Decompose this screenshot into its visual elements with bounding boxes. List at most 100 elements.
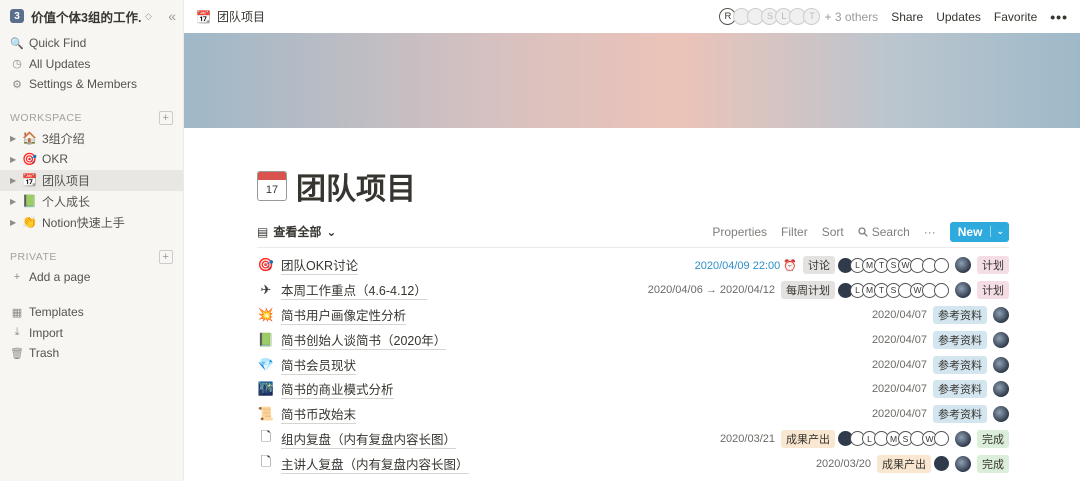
row-properties: 2020/03/21 成果产出 L M S W 完成 [720, 429, 1009, 448]
nav-import[interactable]: ⤓ Import [0, 323, 183, 344]
row-title[interactable]: 团队OKR讨论 [281, 255, 359, 276]
row-emoji-icon: 🌃 [257, 381, 275, 397]
updates-button[interactable]: Updates [936, 10, 981, 24]
row-date: 2020/04/07 [871, 308, 927, 321]
page-title[interactable]: 团队项目 [296, 164, 416, 208]
calendar-icon[interactable]: 17 [257, 171, 287, 201]
row-type-tag[interactable]: 参考资料 [933, 405, 987, 424]
database-toolbar: ▤ 查看全部 ⌄ Properties Filter Sort Search ·… [257, 216, 1009, 248]
row-date: 2020/04/07 [871, 358, 927, 371]
collapse-sidebar-icon[interactable]: « [168, 8, 176, 24]
row-properties: 2020/04/07 参考资料 [872, 405, 1009, 424]
breadcrumb[interactable]: 📆 团队项目 [196, 8, 265, 25]
workspace-switcher[interactable]: 3 价值个体3组的工作... ◇ « [0, 0, 183, 32]
nav-trash[interactable]: 🗑 Trash [0, 343, 183, 364]
row-date: 2020/04/07 [871, 333, 927, 346]
sort-button[interactable]: Sort [822, 225, 844, 239]
assignee-avatars[interactable]: LMTSW [838, 257, 949, 273]
row-type-tag[interactable]: 参考资料 [933, 330, 987, 349]
row-status-tag[interactable]: 计划 [977, 256, 1009, 275]
collaborator-avatars[interactable]: RSLT + 3 others [719, 8, 879, 25]
table-row[interactable]: 📜 简书币改始末 2020/04/07 参考资料 [257, 402, 1009, 427]
avatar[interactable]: T [803, 8, 821, 25]
sidebar-page-item[interactable]: ▶ 🎯 OKR [0, 149, 183, 170]
expand-triangle-icon[interactable]: ▶ [10, 218, 22, 227]
row-status-tag[interactable]: 计划 [977, 281, 1009, 300]
table-row[interactable]: 🌃 简书的商业模式分析 2020/04/07 参考资料 [257, 377, 1009, 402]
filter-button[interactable]: Filter [781, 225, 808, 239]
expand-triangle-icon[interactable]: ▶ [10, 155, 22, 164]
row-title[interactable]: 简书用户画像定性分析 [281, 305, 407, 325]
table-row[interactable]: 💥 简书用户画像定性分析 2020/04/07 参考资料 [257, 303, 1009, 328]
row-date: 2020/04/06 → 2020/04/12 [647, 284, 775, 297]
others-count: + 3 others [824, 9, 879, 24]
search-icon: 🔍 [10, 37, 24, 50]
sidebar-page-label: 3组介绍 [42, 131, 85, 146]
row-title[interactable]: 本周工作重点（4.6-4.12） [281, 280, 427, 301]
row-emoji-icon: 📗 [257, 331, 275, 347]
row-type-tag[interactable]: 成果产出 [877, 454, 931, 473]
favorite-button[interactable]: Favorite [994, 10, 1037, 24]
page-emoji-icon: 🏠 [22, 131, 37, 145]
expand-triangle-icon[interactable]: ▶ [10, 134, 22, 143]
row-title[interactable]: 主讲人复盘（内有复盘内容长图） [281, 454, 469, 474]
calendar-icon: 📆 [196, 9, 211, 24]
trash-icon: 🗑 [10, 347, 24, 360]
row-title[interactable]: 组内复盘（内有复盘内容长图） [281, 429, 457, 449]
add-workspace-page-icon[interactable]: + [159, 110, 173, 125]
table-row[interactable]: ✈ 本周工作重点（4.6-4.12） 2020/04/06 → 2020/04/12… [257, 278, 1009, 303]
properties-button[interactable]: Properties [712, 225, 767, 239]
owner-avatar [955, 455, 971, 472]
chevron-down-icon[interactable]: ⌄ [990, 226, 1009, 237]
table-row[interactable]: 📗 简书创始人谈简书（2020年） 2020/04/07 参考资料 [257, 327, 1009, 352]
row-type-tag[interactable]: 讨论 [803, 256, 835, 275]
page-content: 17 团队项目 ▤ 查看全部 ⌄ Properties Filter Sort … [257, 128, 1009, 476]
row-type-tag[interactable]: 参考资料 [933, 305, 987, 324]
row-type-tag[interactable]: 参考资料 [933, 355, 987, 374]
more-view-options-icon[interactable]: ··· [924, 225, 936, 239]
assignee-avatars[interactable]: LMTSW [838, 282, 949, 298]
row-emoji-icon: 💥 [257, 306, 275, 322]
sidebar-page-item[interactable]: ▶ 📆 团队项目 [0, 169, 183, 191]
assignee-avatars[interactable]: LMSW [838, 431, 949, 447]
sidebar-page-label: 个人成长 [42, 194, 91, 209]
row-title[interactable]: 简书币改始末 [281, 404, 357, 425]
expand-triangle-icon[interactable]: ▶ [10, 197, 22, 206]
nav-settings-members[interactable]: ⚙ Settings & Members [0, 74, 183, 95]
row-properties: 2020/04/07 参考资料 [871, 330, 1009, 349]
sidebar-page-item[interactable]: ▶ 🏠 3组介绍 [0, 128, 183, 149]
owner-avatar [993, 306, 1009, 323]
nav-all-updates[interactable]: ◷ All Updates [0, 54, 183, 75]
owner-avatar [993, 381, 1009, 398]
nav-templates[interactable]: ▦ Templates [0, 302, 183, 323]
row-title[interactable]: 简书的商业模式分析 [281, 379, 394, 400]
table-row[interactable]: 🎯 团队OKR讨论 2020/04/09 22:00 ⏰ 讨论 L M T S W 计划 [257, 253, 1009, 278]
owner-avatar [955, 257, 971, 274]
row-status-tag[interactable]: 完成 [977, 429, 1009, 448]
add-private-page-icon[interactable]: + [159, 249, 173, 264]
search-button[interactable]: Search [858, 225, 910, 239]
row-status-tag[interactable]: 完成 [977, 454, 1009, 473]
table-row[interactable]: 💎 简书会员现状 2020/04/07 参考资料 [257, 352, 1009, 377]
share-button[interactable]: Share [891, 10, 923, 24]
table-row[interactable]: 🗋 主讲人复盘（内有复盘内容长图） 2020/03/20 成果产出 完成 [257, 451, 1009, 476]
nav-label: Templates [29, 305, 84, 320]
avatar [934, 456, 949, 472]
more-options-icon[interactable]: ••• [1050, 9, 1068, 25]
sidebar-page-item[interactable]: ▶ 👏 Notion快速上手 [0, 212, 183, 233]
row-type-tag[interactable]: 成果产出 [781, 429, 835, 448]
expand-triangle-icon[interactable]: ▶ [10, 176, 22, 185]
view-selector[interactable]: ▤ 查看全部 ⌄ [257, 223, 336, 240]
sidebar-page-item[interactable]: ▶ 📗 个人成长 [0, 191, 183, 212]
table-row[interactable]: 🗋 组内复盘（内有复盘内容长图） 2020/03/21 成果产出 L M S W 完成 [257, 427, 1009, 452]
row-title[interactable]: 简书创始人谈简书（2020年） [281, 330, 447, 350]
add-page-button[interactable]: + Add a page [0, 267, 183, 288]
row-type-tag[interactable]: 每周计划 [781, 281, 835, 300]
new-button[interactable]: New ⌄ [949, 221, 1009, 242]
row-type-tag[interactable]: 参考资料 [933, 380, 987, 399]
workspace-name: 价值个体3组的工作... [31, 10, 141, 25]
nav-quick-find[interactable]: 🔍 Quick Find [0, 33, 183, 54]
assignee-avatars[interactable] [934, 456, 949, 472]
row-title[interactable]: 简书会员现状 [281, 355, 357, 375]
gear-icon: ⚙ [12, 78, 22, 91]
